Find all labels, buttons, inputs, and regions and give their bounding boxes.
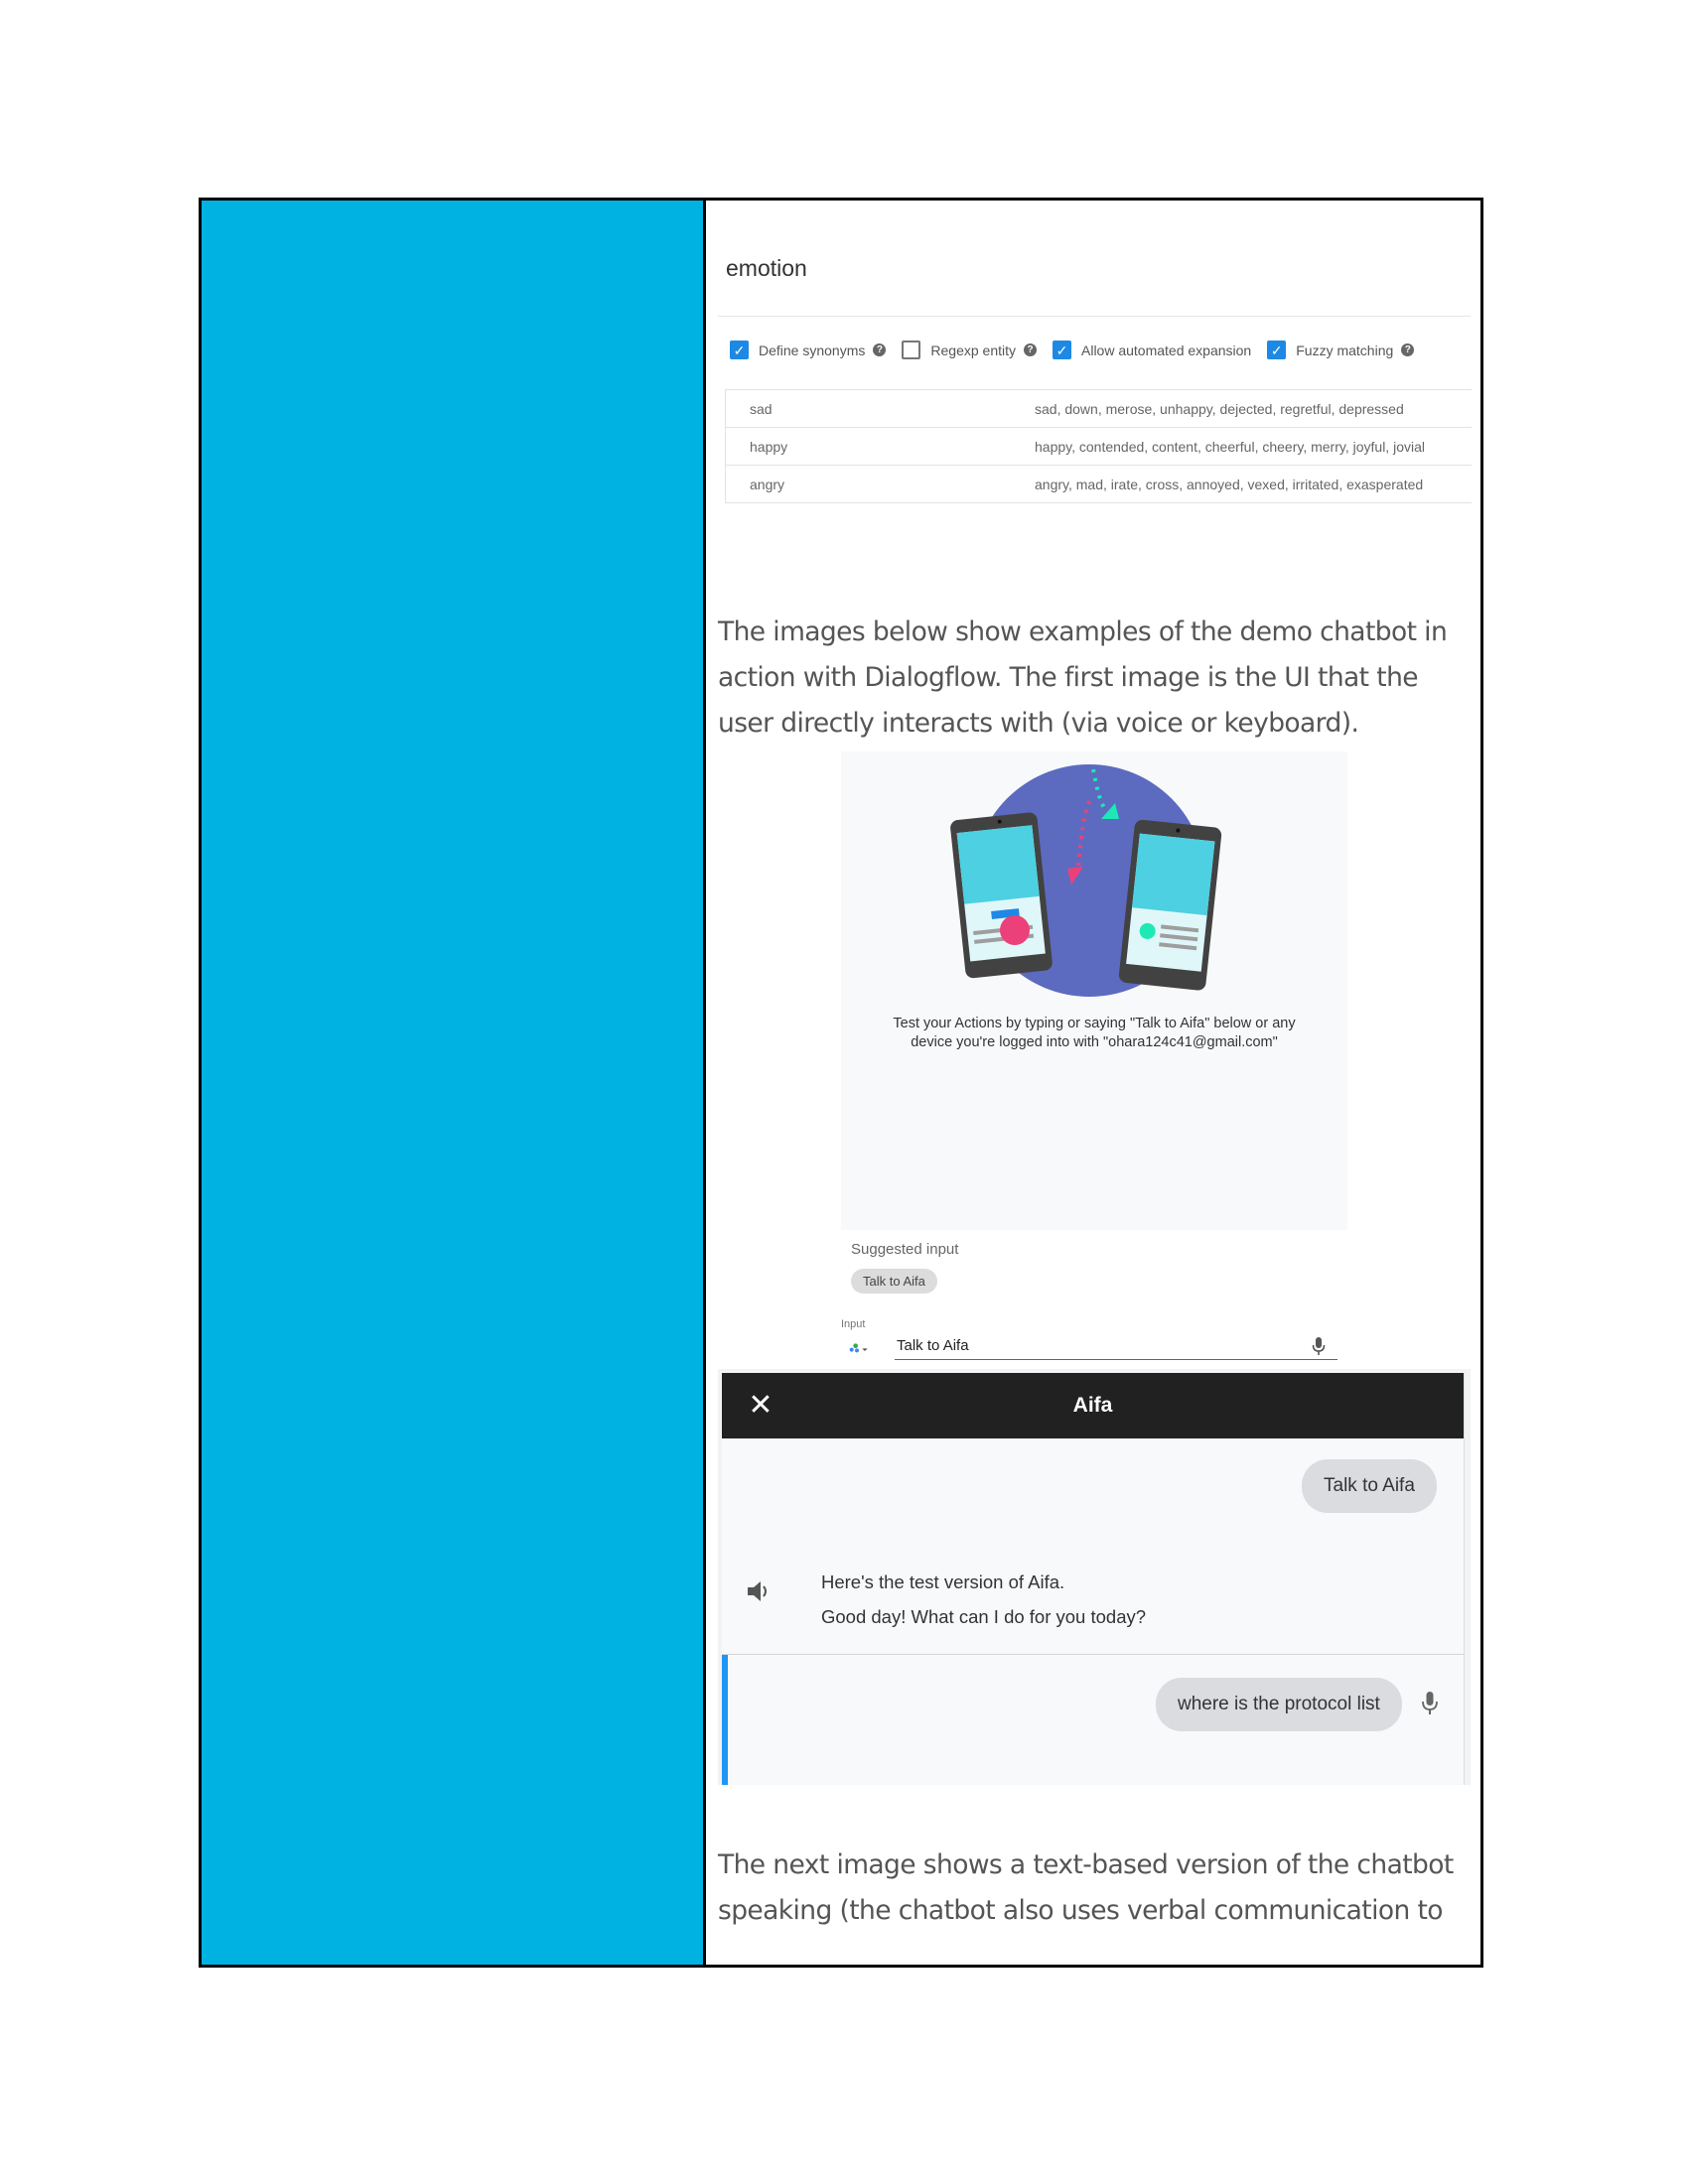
entity-name: emotion [726,255,807,281]
phones-illustration [950,764,1222,997]
entity-synonyms[interactable]: angry, mad, irate, cross, annoyed, vexed… [1035,477,1472,492]
checkbox-allow-automated-expansion[interactable]: ✓ [1053,341,1071,359]
active-accent-bar [722,1655,728,1785]
speaker-icon[interactable] [746,1579,772,1603]
simulator-input[interactable] [895,1332,1337,1360]
table-row[interactable]: angry angry, mad, irate, cross, annoyed,… [726,466,1472,502]
input-row [841,1332,1337,1362]
suggestion-chip[interactable]: Talk to Aifa [851,1269,937,1294]
option-label: Regexp entity [930,341,1016,358]
entity-synonyms[interactable]: happy, contended, content, cheerful, che… [1035,439,1472,455]
check-icon: ✓ [733,341,746,358]
entity-value[interactable]: sad [726,401,1035,417]
divider [718,316,1471,317]
option-define-synonyms[interactable]: ✓ Define synonyms ? [730,341,887,359]
actions-simulator: Test your Actions by typing or saying "T… [841,751,1347,1230]
body-paragraph: The images below show examples of the de… [718,616,1448,739]
option-fuzzy-matching[interactable]: ✓ Fuzzy matching ? [1267,341,1415,359]
chat-panel: Aifa ✕ Talk to Aifa Here's the test vers… [722,1373,1465,1785]
option-label: Define synonyms [759,341,866,358]
chat-title: Aifa [1072,1394,1113,1417]
help-icon[interactable]: ? [1401,343,1415,356]
chat-header: Aifa ✕ [722,1373,1464,1438]
entity-panel: emotion ✓ Define synonyms ? Regexp entit… [718,255,1472,503]
entity-synonyms[interactable]: sad, down, merose, unhappy, dejected, re… [1035,401,1472,417]
input-label: Input [841,1318,866,1330]
entity-options: ✓ Define synonyms ? Regexp entity ? ✓ Al… [730,341,1430,359]
table-row[interactable]: happy happy, contended, content, cheerfu… [726,428,1472,466]
user-message-bubble: where is the protocol list [1156,1678,1402,1731]
entity-value[interactable]: happy [726,439,1035,455]
content-column: emotion ✓ Define synonyms ? Regexp entit… [706,201,1480,1965]
check-icon: ✓ [1055,341,1068,358]
checkbox-define-synonyms[interactable]: ✓ [730,341,749,359]
chevron-down-icon[interactable] [862,1348,868,1351]
caption-line: Test your Actions by typing or saying "T… [893,1016,1296,1031]
checkbox-regexp-entity[interactable] [902,341,921,359]
body-paragraph: The next image shows a text-based versio… [718,1849,1454,1926]
bot-message-line: Here's the test version of Aifa. [821,1571,1065,1592]
assistant-icon[interactable] [849,1339,869,1355]
option-label: Allow automated expansion [1081,341,1252,358]
entity-value[interactable]: angry [726,477,1035,492]
bot-message-line: Good day! What can I do for you today? [821,1606,1147,1627]
chat-window: Aifa ✕ Talk to Aifa Here's the test vers… [718,1369,1471,1785]
help-icon[interactable]: ? [873,343,887,356]
option-label: Fuzzy matching [1296,341,1394,358]
help-icon[interactable]: ? [1024,343,1037,356]
simulator-caption: Test your Actions by typing or saying "T… [841,1015,1347,1052]
mic-icon[interactable] [1311,1336,1327,1356]
option-regexp-entity[interactable]: Regexp entity ? [902,341,1037,359]
caption-line: device you're logged into with "ohara124… [911,1034,1278,1050]
checkbox-fuzzy-matching[interactable]: ✓ [1267,341,1287,359]
user-message-bubble: Talk to Aifa [1302,1459,1437,1513]
divider [722,1654,1464,1655]
synonym-table: sad sad, down, merose, unhappy, dejected… [725,389,1472,503]
mic-icon[interactable] [1421,1691,1439,1716]
suggested-input-label: Suggested input [851,1241,959,1258]
check-icon: ✓ [1270,341,1283,358]
bot-message: Here's the test version of Aifa. Good da… [821,1565,1146,1634]
option-allow-automated-expansion[interactable]: ✓ Allow automated expansion [1053,341,1251,359]
page-frame: emotion ✓ Define synonyms ? Regexp entit… [199,198,1483,1968]
table-row[interactable]: sad sad, down, merose, unhappy, dejected… [726,390,1472,428]
close-icon[interactable]: ✕ [744,1389,777,1423]
blue-sidebar-column [202,201,706,1965]
